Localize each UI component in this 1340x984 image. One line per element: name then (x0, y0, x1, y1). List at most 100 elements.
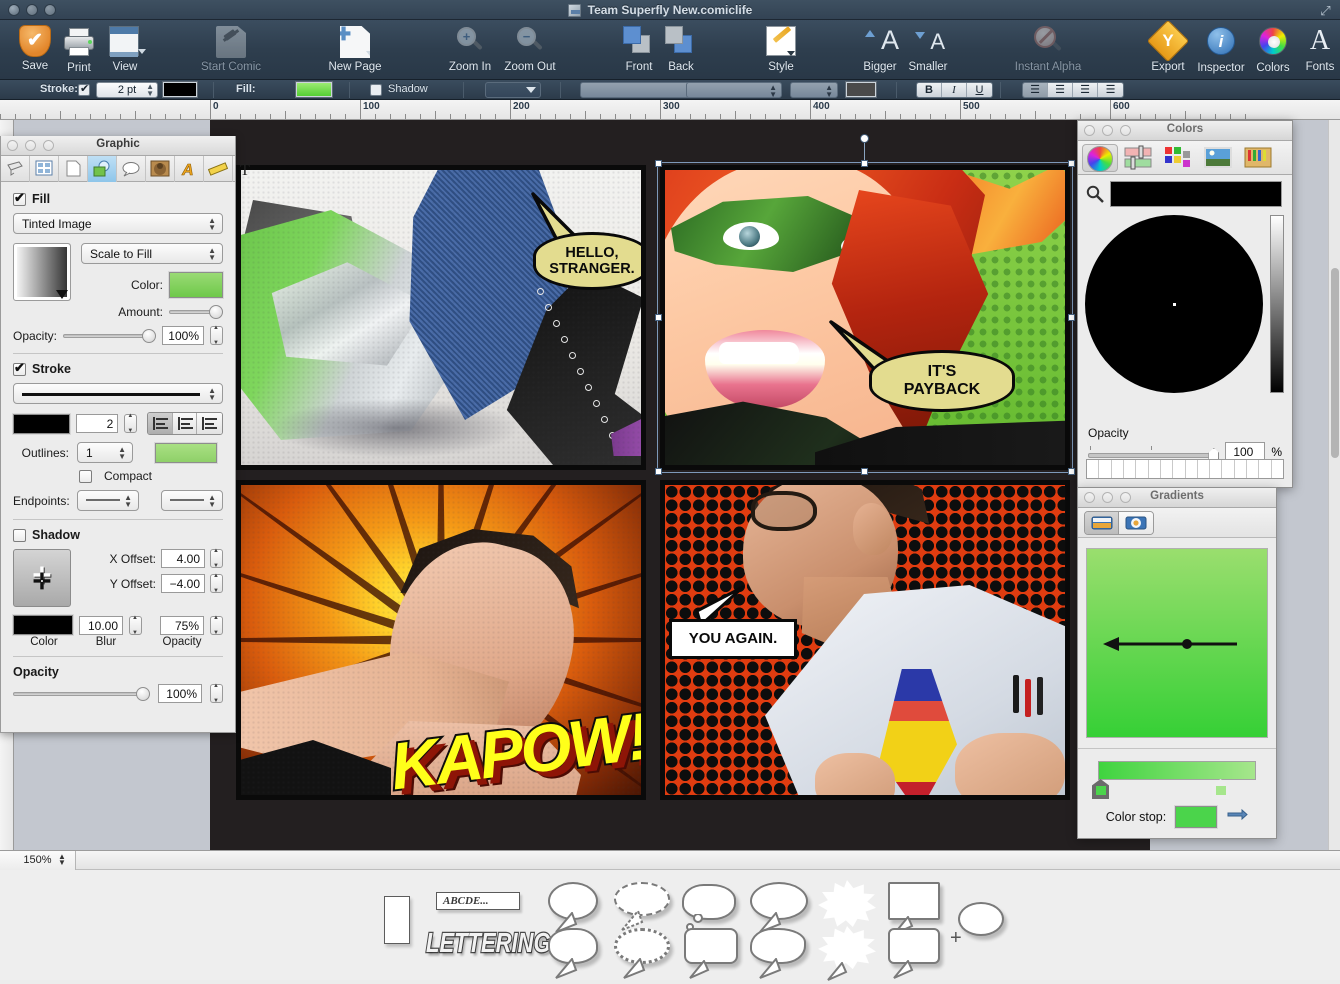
color-sliders-icon[interactable] (1122, 144, 1158, 172)
opacity-stepper[interactable] (210, 684, 223, 703)
toolbar-button-zoom-out[interactable]: − Zoom Out (495, 24, 565, 78)
shape-plain-rect[interactable] (384, 896, 410, 944)
resize-handle-s[interactable] (861, 468, 868, 475)
speech-balloon-hello[interactable]: HELLO, STRANGER. (533, 232, 646, 290)
font-face-combo[interactable]: ▲▼ (686, 82, 782, 98)
swap-arrow-icon[interactable] (1226, 808, 1248, 827)
shadow-opacity-stepper[interactable] (210, 616, 223, 635)
toolbar-button-new-page[interactable]: ✚ New Page (320, 24, 390, 78)
shape-cloud-balloon[interactable] (682, 884, 736, 920)
image-scale-select[interactable]: Scale to Fill ▲▼ (81, 243, 223, 264)
shape-rect-balloon[interactable] (888, 882, 940, 920)
stroke-align-center-icon[interactable] (173, 413, 198, 434)
outlines-select[interactable]: 1 ▲▼ (77, 442, 133, 463)
stroke-width-stepper[interactable] (124, 414, 136, 433)
colors-opacity-slider[interactable] (1088, 444, 1219, 460)
resize-handle-nw[interactable] (655, 160, 662, 167)
resize-handle-sw[interactable] (655, 468, 662, 475)
shape-abcde-caption[interactable]: ABCDE... (436, 892, 520, 910)
toolbar-button-instant-alpha[interactable]: Instant Alpha (1013, 24, 1083, 78)
panel-woman[interactable]: IT'S PAYBACK (660, 165, 1070, 470)
text-t-icon[interactable]: T (233, 156, 261, 182)
image-palette-icon[interactable] (1202, 144, 1238, 172)
photo-icon[interactable] (146, 156, 175, 182)
gradient-stop-end[interactable] (1212, 779, 1229, 799)
outline-color-swatch[interactable] (155, 443, 217, 463)
align-right-icon[interactable]: ☰ (1073, 83, 1098, 97)
underline-button[interactable]: U (967, 83, 992, 97)
fill-type-select[interactable]: Tinted Image ▲▼ (13, 213, 223, 234)
color-palettes-icon[interactable] (1162, 144, 1198, 172)
colors-tabbar[interactable] (1078, 141, 1292, 175)
rotation-handle[interactable] (860, 134, 869, 143)
fill-gradient-well[interactable] (13, 243, 71, 301)
ruler-icon[interactable] (204, 156, 233, 182)
shape-lettering[interactable]: LETTERING (426, 927, 551, 960)
stroke-checkbox[interactable] (78, 84, 90, 96)
shape-oval-balloon[interactable] (548, 882, 598, 920)
shape-round-rect-balloon[interactable] (684, 928, 738, 964)
fill-opacity-stepper[interactable] (210, 326, 223, 345)
fill-color-swatch[interactable] (296, 82, 332, 97)
chevron-updown-icon[interactable]: ▲▼ (208, 217, 216, 231)
shapes-library-bar[interactable]: ABCDE... LETTERING + (0, 870, 1340, 980)
resize-handle-n[interactable] (861, 160, 868, 167)
chevron-updown-icon[interactable]: ▲▼ (208, 247, 216, 261)
horizontal-ruler[interactable]: 0100200300400500600 (0, 100, 1340, 120)
fullscreen-icon[interactable]: ⤢ (1319, 4, 1332, 17)
fill-section-header[interactable]: Fill (13, 192, 223, 206)
toolbar-button-fonts[interactable]: A Fonts (1285, 24, 1340, 78)
fill-opacity-field[interactable]: 100% (162, 326, 204, 345)
text-color-swatch[interactable] (846, 82, 876, 97)
panel-man[interactable]: YOU AGAIN. (660, 480, 1070, 800)
page-icon[interactable] (59, 156, 88, 182)
selected-color-well[interactable] (1110, 181, 1282, 207)
text-style-group[interactable]: B I U (916, 82, 993, 98)
fill-opacity-slider[interactable] (63, 329, 156, 343)
italic-button[interactable]: I (942, 83, 967, 97)
canvas-vertical-scrollbar[interactable] (1328, 120, 1340, 850)
shadow-checkbox[interactable] (13, 529, 26, 542)
radial-gradient-icon[interactable] (1119, 512, 1153, 534)
color-wheel-picker[interactable] (1085, 215, 1263, 393)
toolbar-button-back[interactable]: Back (646, 24, 716, 78)
stroke-color-swatch[interactable] (163, 82, 197, 97)
font-size-combo[interactable]: ▲▼ (790, 82, 838, 98)
color-swatch-tray[interactable] (1086, 459, 1284, 479)
speech-balloon-payback[interactable]: IT'S PAYBACK (869, 350, 1015, 412)
x-offset-field[interactable]: 4.00 (161, 549, 205, 568)
shadow-blur-field[interactable]: 10.00 (79, 616, 123, 635)
chevron-updown-icon[interactable]: ▲▼ (208, 494, 216, 508)
endpoint-start-select[interactable]: ▲▼ (77, 490, 139, 511)
color-stop-swatch[interactable] (1175, 806, 1217, 828)
stroke-section-header[interactable]: Stroke (13, 362, 223, 376)
fill-color-swatch[interactable] (169, 272, 223, 298)
shape-scalloped-balloon[interactable] (614, 928, 670, 964)
brightness-slider[interactable] (1270, 215, 1284, 393)
crayons-icon[interactable] (1242, 144, 1278, 172)
gradients-tabbar[interactable] (1078, 508, 1276, 538)
shape-square-balloon[interactable] (888, 928, 940, 964)
stroke-align-inner-icon[interactable] (148, 413, 173, 434)
panel-motorcycle[interactable]: HELLO, STRANGER. (236, 165, 646, 470)
stroke-alignment-group[interactable] (147, 412, 223, 435)
gradient-stop-start[interactable] (1092, 779, 1109, 799)
stroke-align-outer-icon[interactable] (197, 413, 222, 434)
align-justify-icon[interactable]: ☰ (1098, 83, 1123, 97)
gradient-angle-arrow[interactable] (1087, 549, 1267, 737)
shadow-section-header[interactable]: Shadow (13, 528, 223, 542)
endpoint-end-select[interactable]: ▲▼ (161, 490, 223, 511)
gradients-panel[interactable]: Gradients (1077, 487, 1277, 839)
gradient-preview[interactable] (1086, 548, 1268, 738)
shape-wobble-balloon[interactable] (750, 928, 806, 964)
bold-button[interactable]: B (917, 83, 942, 97)
stepper-arrows-icon[interactable]: ▲▼ (146, 83, 154, 97)
x-offset-stepper[interactable] (210, 549, 223, 568)
chevron-updown-icon[interactable]: ▲▼ (208, 387, 216, 401)
text-align-group[interactable]: ☰ ☰ ☰ ☰ (1022, 82, 1124, 98)
magnifier-icon[interactable] (1086, 185, 1104, 208)
fill-checkbox[interactable] (13, 193, 26, 206)
stroke-style-select[interactable]: ▲▼ (13, 383, 223, 404)
shadow-opacity-field[interactable]: 75% (160, 616, 204, 635)
stroke-width-stepper[interactable]: 2 pt ▲▼ (96, 82, 158, 98)
